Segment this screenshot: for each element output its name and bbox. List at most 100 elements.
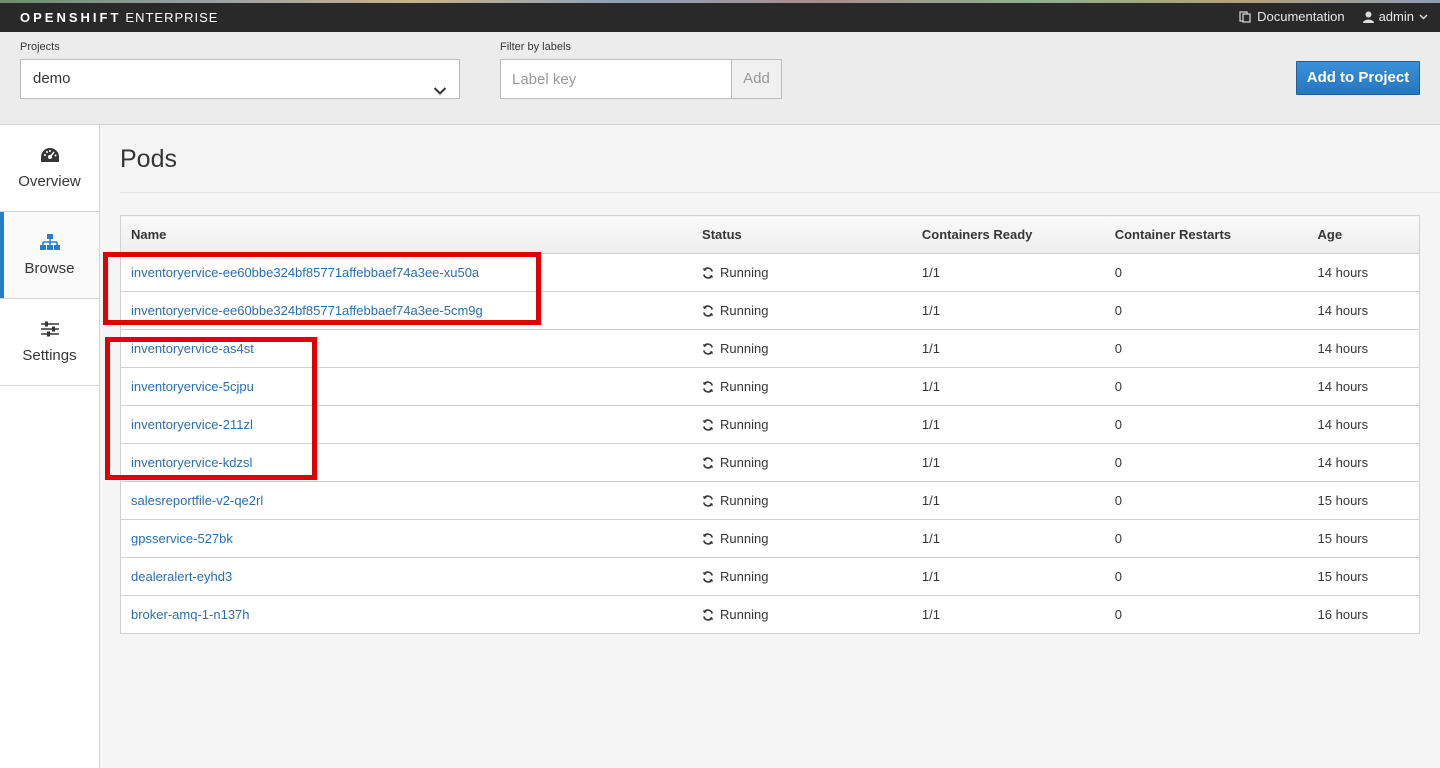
- column-header-containers-ready[interactable]: Containers Ready: [911, 215, 1105, 254]
- add-label-button[interactable]: Add: [731, 59, 782, 99]
- sliders-icon: [40, 321, 60, 341]
- column-header-status[interactable]: Status: [692, 215, 912, 254]
- table-row: inventoryervice-kdzsl Running 1/1 0 14 h…: [120, 443, 1420, 482]
- pod-name-link[interactable]: broker-amq-1-n137h: [131, 607, 250, 622]
- book-icon: [1239, 10, 1252, 23]
- pod-age-cell: 14 hours: [1307, 405, 1420, 444]
- pod-age-cell: 15 hours: [1307, 557, 1420, 596]
- label-key-input[interactable]: [500, 59, 732, 99]
- container-restarts-cell: 0: [1104, 443, 1308, 482]
- pod-name-link[interactable]: inventoryervice-ee60bbe324bf85771affebba…: [131, 265, 479, 280]
- pod-status-text: Running: [720, 607, 769, 622]
- pod-name-cell: inventoryervice-ee60bbe324bf85771affebba…: [120, 253, 693, 292]
- column-header-name[interactable]: Name: [120, 215, 693, 254]
- refresh-icon: [702, 304, 714, 317]
- pod-status-text: Running: [720, 341, 769, 356]
- pod-status-cell: Running: [692, 443, 912, 482]
- column-header-age[interactable]: Age: [1307, 215, 1420, 254]
- table-row: inventoryervice-5cjpu Running 1/1 0 14 h…: [120, 367, 1420, 406]
- pod-status-text: Running: [720, 531, 769, 546]
- pod-status-text: Running: [720, 303, 769, 318]
- table-row: dealeralert-eyhd3 Running 1/1 0 15 hours: [120, 557, 1420, 596]
- title-divider: [120, 192, 1440, 193]
- refresh-icon: [702, 570, 714, 583]
- pod-name-cell: inventoryervice-211zl: [120, 405, 693, 444]
- containers-ready-cell: 1/1: [911, 405, 1105, 444]
- table-row: gpsservice-527bk Running 1/1 0 15 hours: [120, 519, 1420, 558]
- container-restarts-cell: 0: [1104, 595, 1308, 634]
- refresh-icon: [702, 380, 714, 393]
- pod-name-link[interactable]: salesreportfile-v2-qe2rl: [131, 493, 263, 508]
- containers-ready-cell: 1/1: [911, 443, 1105, 482]
- documentation-link[interactable]: Documentation: [1239, 9, 1345, 24]
- pod-status-text: Running: [720, 455, 769, 470]
- pod-age-cell: 14 hours: [1307, 443, 1420, 482]
- refresh-icon: [702, 266, 714, 279]
- pod-age-cell: 15 hours: [1307, 481, 1420, 520]
- containers-ready-cell: 1/1: [911, 481, 1105, 520]
- containers-ready-cell: 1/1: [911, 595, 1105, 634]
- pod-name-link[interactable]: inventoryervice-5cjpu: [131, 379, 254, 394]
- brand-logo[interactable]: OPENSHIFT ENTERPRISE: [20, 10, 218, 25]
- pod-name-link[interactable]: inventoryervice-211zl: [131, 417, 253, 432]
- pod-age-cell: 14 hours: [1307, 291, 1420, 330]
- containers-ready-cell: 1/1: [911, 291, 1105, 330]
- pod-status-cell: Running: [692, 481, 912, 520]
- nav-item-settings[interactable]: Settings: [0, 299, 99, 386]
- nav-item-overview[interactable]: Overview: [0, 125, 99, 212]
- pod-status-text: Running: [720, 417, 769, 432]
- pod-name-cell: dealeralert-eyhd3: [120, 557, 693, 596]
- table-row: salesreportfile-v2-qe2rl Running 1/1 0 1…: [120, 481, 1420, 520]
- refresh-icon: [702, 456, 714, 469]
- project-header: Projects demo Filter by labels Add Add t…: [0, 32, 1440, 125]
- refresh-icon: [702, 418, 714, 431]
- pod-name-cell: inventoryervice-5cjpu: [120, 367, 693, 406]
- pod-age-cell: 15 hours: [1307, 519, 1420, 558]
- pod-name-link[interactable]: inventoryervice-kdzsl: [131, 455, 252, 470]
- column-header-container-restarts[interactable]: Container Restarts: [1104, 215, 1308, 254]
- pod-status-cell: Running: [692, 253, 912, 292]
- nav-item-browse[interactable]: Browse: [0, 212, 99, 299]
- container-restarts-cell: 0: [1104, 481, 1308, 520]
- pod-age-cell: 14 hours: [1307, 253, 1420, 292]
- top-navbar: OPENSHIFT ENTERPRISE Documentation admin: [0, 0, 1440, 32]
- table-header-row: Name Status Containers Ready Container R…: [120, 215, 1420, 254]
- table-row: inventoryervice-211zl Running 1/1 0 14 h…: [120, 405, 1420, 444]
- pod-name-link[interactable]: inventoryervice-ee60bbe324bf85771affebba…: [131, 303, 483, 318]
- pod-status-text: Running: [720, 379, 769, 394]
- user-menu[interactable]: admin: [1362, 9, 1428, 24]
- pods-table-body: inventoryervice-ee60bbe324bf85771affebba…: [120, 253, 1420, 634]
- brand-edition: ENTERPRISE: [125, 10, 219, 25]
- table-row: broker-amq-1-n137h Running 1/1 0 16 hour…: [120, 595, 1420, 634]
- pod-status-cell: Running: [692, 519, 912, 558]
- pod-status-text: Running: [720, 493, 769, 508]
- sitemap-icon: [39, 233, 60, 254]
- pod-name-link[interactable]: dealeralert-eyhd3: [131, 569, 232, 584]
- project-select[interactable]: demo: [20, 59, 460, 99]
- side-navigation: Overview Browse Settings: [0, 125, 100, 768]
- top-nav-links: Documentation admin: [1239, 9, 1428, 24]
- pod-status-cell: Running: [692, 367, 912, 406]
- top-color-stripe: [0, 0, 1440, 3]
- chevron-down-icon: [1419, 13, 1428, 20]
- user-name: admin: [1378, 9, 1414, 24]
- user-icon: [1362, 11, 1374, 23]
- refresh-icon: [702, 608, 714, 621]
- pod-name-link[interactable]: gpsservice-527bk: [131, 531, 233, 546]
- containers-ready-cell: 1/1: [911, 367, 1105, 406]
- brand-name: OPENSHIFT: [20, 10, 122, 25]
- pod-name-cell: inventoryervice-kdzsl: [120, 443, 693, 482]
- pod-status-cell: Running: [692, 291, 912, 330]
- table-row: inventoryervice-as4st Running 1/1 0 14 h…: [120, 329, 1420, 368]
- nav-item-label: Overview: [18, 172, 81, 190]
- add-to-project-button[interactable]: Add to Project: [1296, 61, 1420, 95]
- container-restarts-cell: 0: [1104, 253, 1308, 292]
- containers-ready-cell: 1/1: [911, 519, 1105, 558]
- page-title: Pods: [120, 145, 177, 173]
- pod-age-cell: 14 hours: [1307, 329, 1420, 368]
- pod-name-link[interactable]: inventoryervice-as4st: [131, 341, 254, 356]
- pod-status-cell: Running: [692, 557, 912, 596]
- pod-age-cell: 14 hours: [1307, 367, 1420, 406]
- refresh-icon: [702, 532, 714, 545]
- pod-status-cell: Running: [692, 595, 912, 634]
